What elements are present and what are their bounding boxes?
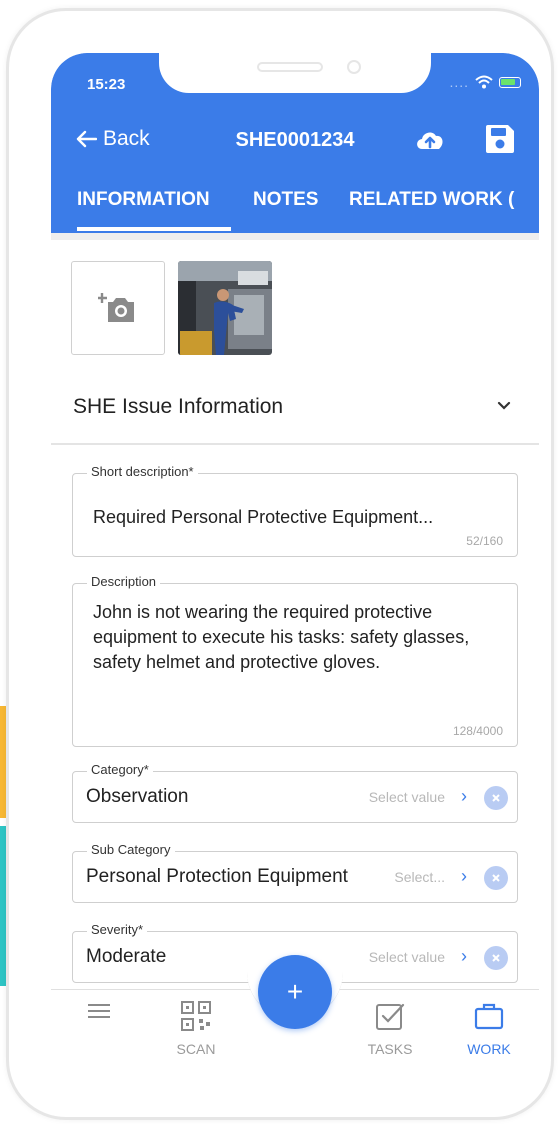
plus-icon: +: [286, 976, 304, 1007]
nav-work[interactable]: WORK: [449, 1000, 529, 1057]
description-value: John is not wearing the required protect…: [93, 602, 470, 672]
add-photo-button[interactable]: [71, 261, 165, 355]
floppy-save-icon: [486, 125, 514, 153]
sub-category-field[interactable]: Sub Category Personal Protection Equipme…: [72, 842, 518, 903]
nav-work-label: WORK: [467, 1041, 511, 1057]
signal-dots: ....: [449, 74, 469, 90]
short-description-value: Required Personal Protective Equipment..…: [93, 507, 434, 527]
app-screen: 15:23 .... Back SHE0001234 INFORMATION N…: [51, 53, 539, 1093]
wifi-icon: [475, 75, 493, 89]
nav-scan-label: SCAN: [176, 1041, 216, 1057]
nav-tasks-label: TASKS: [367, 1041, 413, 1057]
cloud-upload-icon: [417, 132, 443, 149]
chevron-right-icon: ›: [461, 866, 467, 886]
category-select-hint[interactable]: Select value: [369, 789, 445, 805]
description-label: Description: [87, 574, 161, 589]
chevron-down-icon: [497, 401, 511, 410]
nav-menu[interactable]: [59, 1000, 139, 1031]
category-label: Category*: [87, 762, 153, 777]
app-header: 15:23 .... Back SHE0001234 INFORMATION N…: [51, 53, 539, 233]
worker-photo: [178, 261, 272, 355]
clear-icon[interactable]: [484, 786, 508, 810]
tab-bar: INFORMATION NOTES RELATED WORK (: [51, 185, 539, 233]
short-description-label: Short description*: [87, 464, 198, 479]
chevron-right-icon: ›: [461, 946, 467, 966]
tab-information[interactable]: INFORMATION: [77, 189, 210, 211]
sub-category-label: Sub Category: [87, 842, 175, 857]
status-icons: ....: [449, 74, 521, 90]
menu-icon: [88, 1004, 110, 1018]
briefcase-icon: [474, 1003, 504, 1030]
short-description-field[interactable]: Short description* Required Personal Pro…: [72, 464, 518, 557]
phone-frame: 15:23 .... Back SHE0001234 INFORMATION N…: [6, 8, 554, 1120]
checkbox-icon: [376, 1003, 405, 1030]
save-button[interactable]: [483, 122, 517, 156]
status-time: 15:23: [87, 76, 126, 93]
severity-label: Severity*: [87, 922, 148, 937]
clear-icon[interactable]: [484, 866, 508, 890]
add-photo-camera-icon: [98, 293, 134, 322]
section-title: SHE Issue Information: [73, 395, 284, 418]
back-label: Back: [103, 127, 150, 150]
phone-notch: [159, 53, 431, 93]
sub-category-value: Personal Protection Equipment: [86, 866, 348, 887]
short-description-counter: 52/160: [466, 534, 503, 548]
category-value: Observation: [86, 786, 189, 807]
description-field[interactable]: Description John is not wearing the requ…: [72, 574, 518, 747]
nav-tasks[interactable]: TASKS: [350, 1000, 430, 1057]
front-camera: [347, 60, 361, 74]
tab-related-work[interactable]: RELATED WORK (: [349, 189, 514, 211]
record-title: SHE0001234: [235, 129, 355, 151]
category-field[interactable]: Category* Observation Select value ›: [72, 762, 518, 823]
nav-scan[interactable]: SCAN: [156, 1000, 236, 1057]
sub-category-select-hint[interactable]: Select...: [394, 869, 445, 885]
qr-code-icon: [181, 1001, 211, 1031]
severity-select-hint[interactable]: Select value: [369, 949, 445, 965]
tab-notes[interactable]: NOTES: [253, 189, 318, 211]
clear-icon[interactable]: [484, 946, 508, 970]
severity-value: Moderate: [86, 946, 167, 967]
section-header[interactable]: SHE Issue Information: [51, 383, 539, 445]
battery-icon: [499, 76, 521, 88]
chevron-right-icon: ›: [461, 786, 467, 806]
description-counter: 128/4000: [452, 724, 503, 738]
header-divider: [51, 233, 539, 240]
back-button[interactable]: Back: [75, 127, 150, 151]
arrow-left-icon: [76, 130, 97, 148]
add-fab-button[interactable]: +: [258, 955, 332, 1029]
photo-thumbnail[interactable]: [178, 261, 272, 355]
upload-button[interactable]: [413, 123, 447, 157]
speaker-grille: [257, 62, 323, 72]
active-tab-indicator: [77, 227, 231, 231]
